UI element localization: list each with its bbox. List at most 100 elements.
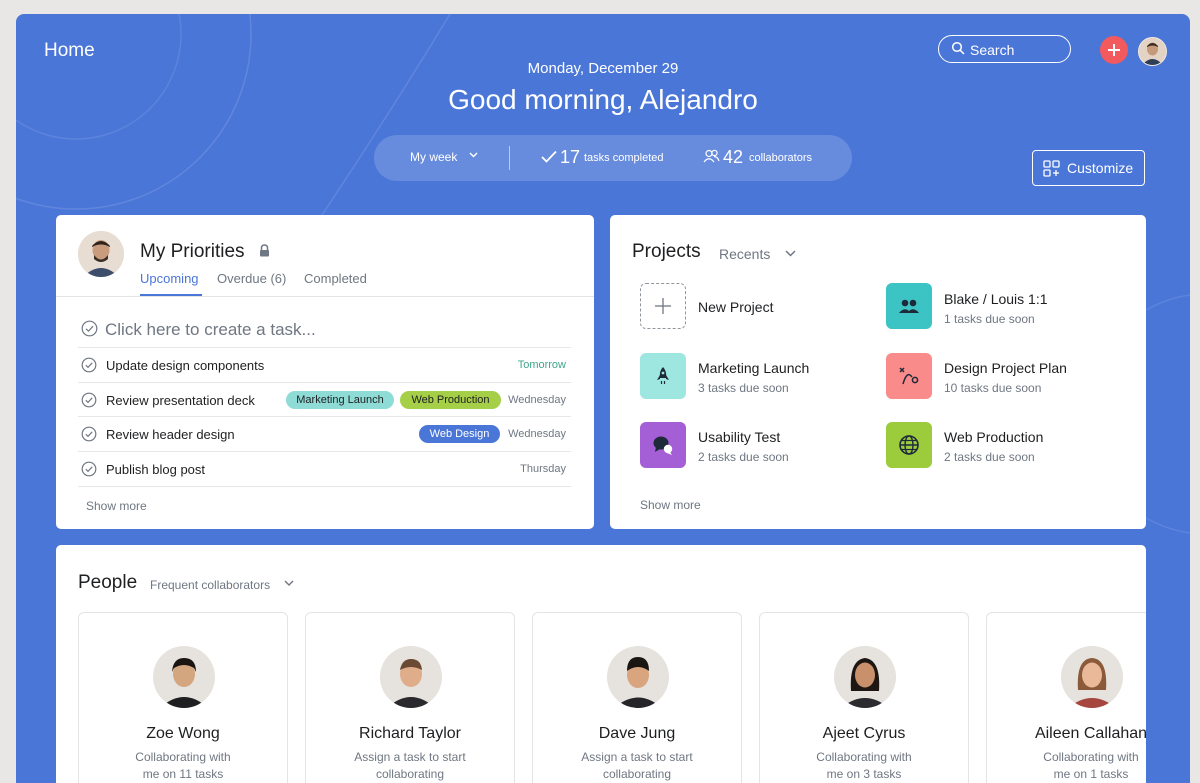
project-tile[interactable] [886,283,932,329]
people-filter[interactable]: Frequent collaborators [150,578,270,592]
project-due: 3 tasks due soon [698,381,789,395]
person-avatar [1061,646,1123,708]
chat-icon [653,436,673,455]
customize-button[interactable]: Customize [1032,150,1145,186]
person-status-detail: me on 1 tasks [1053,767,1129,781]
projects-card: Projects Recents New Project Blake / Lou… [610,215,1146,529]
project-name[interactable]: Design Project Plan [944,360,1067,376]
person-avatar [607,646,669,708]
chevron-down-icon[interactable] [284,580,294,586]
project-tile[interactable] [886,422,932,468]
person-status: Collaborating with [135,750,231,764]
project-due: 10 tasks due soon [944,381,1042,395]
complete-task-icon[interactable] [81,357,97,373]
task-name[interactable]: Publish blog post [106,462,205,477]
task-row[interactable]: Publish blog post Thursday [78,451,571,487]
person-card[interactable]: Ajeet Cyrus Collaborating with me on 3 t… [759,612,969,783]
person-name: Dave Jung [598,725,676,742]
complete-task-icon[interactable] [81,426,97,442]
chevron-down-icon[interactable] [469,152,478,158]
person-card[interactable]: Richard Taylor Assign a task to start co… [305,612,515,783]
search-icon [951,41,965,55]
plus-icon [655,298,671,314]
priorities-show-more[interactable]: Show more [86,499,147,513]
collaborators-count: 42 [723,147,744,167]
task-row[interactable]: Review header design Web Design Wednesda… [78,416,571,451]
chevron-down-icon[interactable] [785,250,796,257]
person-card[interactable]: Aileen Callahan Collaborating with me on… [986,612,1146,783]
person-name: Richard Taylor [359,725,461,742]
new-project-label[interactable]: New Project [698,299,773,315]
task-due-date: Wednesday [508,394,566,406]
priorities-avatar [78,231,124,277]
person-name: Aileen Callahan [1034,725,1146,742]
task-row[interactable]: Update design components Tomorrow [78,347,571,382]
greeting: Good morning, Alejandro [448,84,758,115]
stats-divider [509,146,510,170]
project-name[interactable]: Usability Test [698,429,780,445]
person-status: Collaborating with [816,750,912,764]
people-icon [899,299,919,313]
avatar-icon [380,646,442,708]
search-button[interactable]: Search [938,35,1071,63]
create-task-input[interactable]: Click here to create a task... [105,320,316,340]
task-due-date: Tomorrow [517,359,566,371]
tag-web-production[interactable]: Web Production [400,391,501,409]
new-project-tile[interactable] [640,283,686,329]
project-name[interactable]: Web Production [944,429,1043,445]
rocket-icon [657,367,669,384]
people-card: People Frequent collaborators Zoe Wong C… [56,545,1146,783]
person-status-detail: collaborating [602,767,672,781]
week-selector-label[interactable]: My week [410,150,457,164]
project-tile[interactable] [640,422,686,468]
projects-show-more[interactable]: Show more [640,498,701,512]
avatar-icon [1061,646,1123,708]
priorities-divider [56,296,594,297]
path-icon [899,367,919,385]
lock-icon [260,244,269,257]
project-due: 1 tasks due soon [944,312,1035,326]
search-label: Search [970,42,1015,58]
person-card[interactable]: Zoe Wong Collaborating with me on 11 tas… [78,612,288,783]
collaborators-icon [703,149,720,163]
avatar-icon [834,646,896,708]
page-title: Home [44,40,95,61]
project-name[interactable]: Marketing Launch [698,360,809,376]
projects-filter[interactable]: Recents [719,246,770,262]
person-status: Assign a task to start [354,750,466,764]
tag-marketing-launch[interactable]: Marketing Launch [286,391,394,409]
complete-task-icon[interactable] [81,461,97,477]
collaborators-label: collaborators [749,152,812,164]
project-name[interactable]: Blake / Louis 1:1 [944,291,1048,307]
task-name[interactable]: Review header design [106,427,235,442]
project-tile[interactable] [640,353,686,399]
task-name[interactable]: Update design components [106,358,264,373]
project-tile[interactable] [886,353,932,399]
person-name: Ajeet Cyrus [822,725,906,742]
complete-task-icon[interactable] [81,392,97,408]
people-title: People [78,572,138,593]
check-circle-icon [81,320,98,337]
person-name: Zoe Wong [146,725,220,742]
task-row[interactable]: Review presentation deck Marketing Launc… [78,382,571,417]
person-avatar [153,646,215,708]
tab-upcoming[interactable]: Upcoming [140,271,199,286]
project-due: 2 tasks due soon [698,450,789,464]
person-card[interactable]: Dave Jung Assign a task to start collabo… [532,612,742,783]
customize-label: Customize [1067,160,1134,176]
current-date: Monday, December 29 [527,60,679,77]
person-avatar [834,646,896,708]
tag-web-design[interactable]: Web Design [419,425,500,443]
person-status-detail: me on 3 tasks [826,767,902,781]
tab-completed[interactable]: Completed [304,271,367,286]
projects-title: Projects [632,241,701,262]
avatar-icon [153,646,215,708]
tab-overdue[interactable]: Overdue (6) [217,271,286,286]
tasks-completed-label: tasks completed [584,152,664,164]
priorities-title: My Priorities [140,241,245,262]
task-name[interactable]: Review presentation deck [106,393,255,408]
project-due: 2 tasks due soon [944,450,1035,464]
person-status-detail: collaborating [375,767,445,781]
globe-icon [899,435,919,455]
person-status: Assign a task to start [581,750,693,764]
